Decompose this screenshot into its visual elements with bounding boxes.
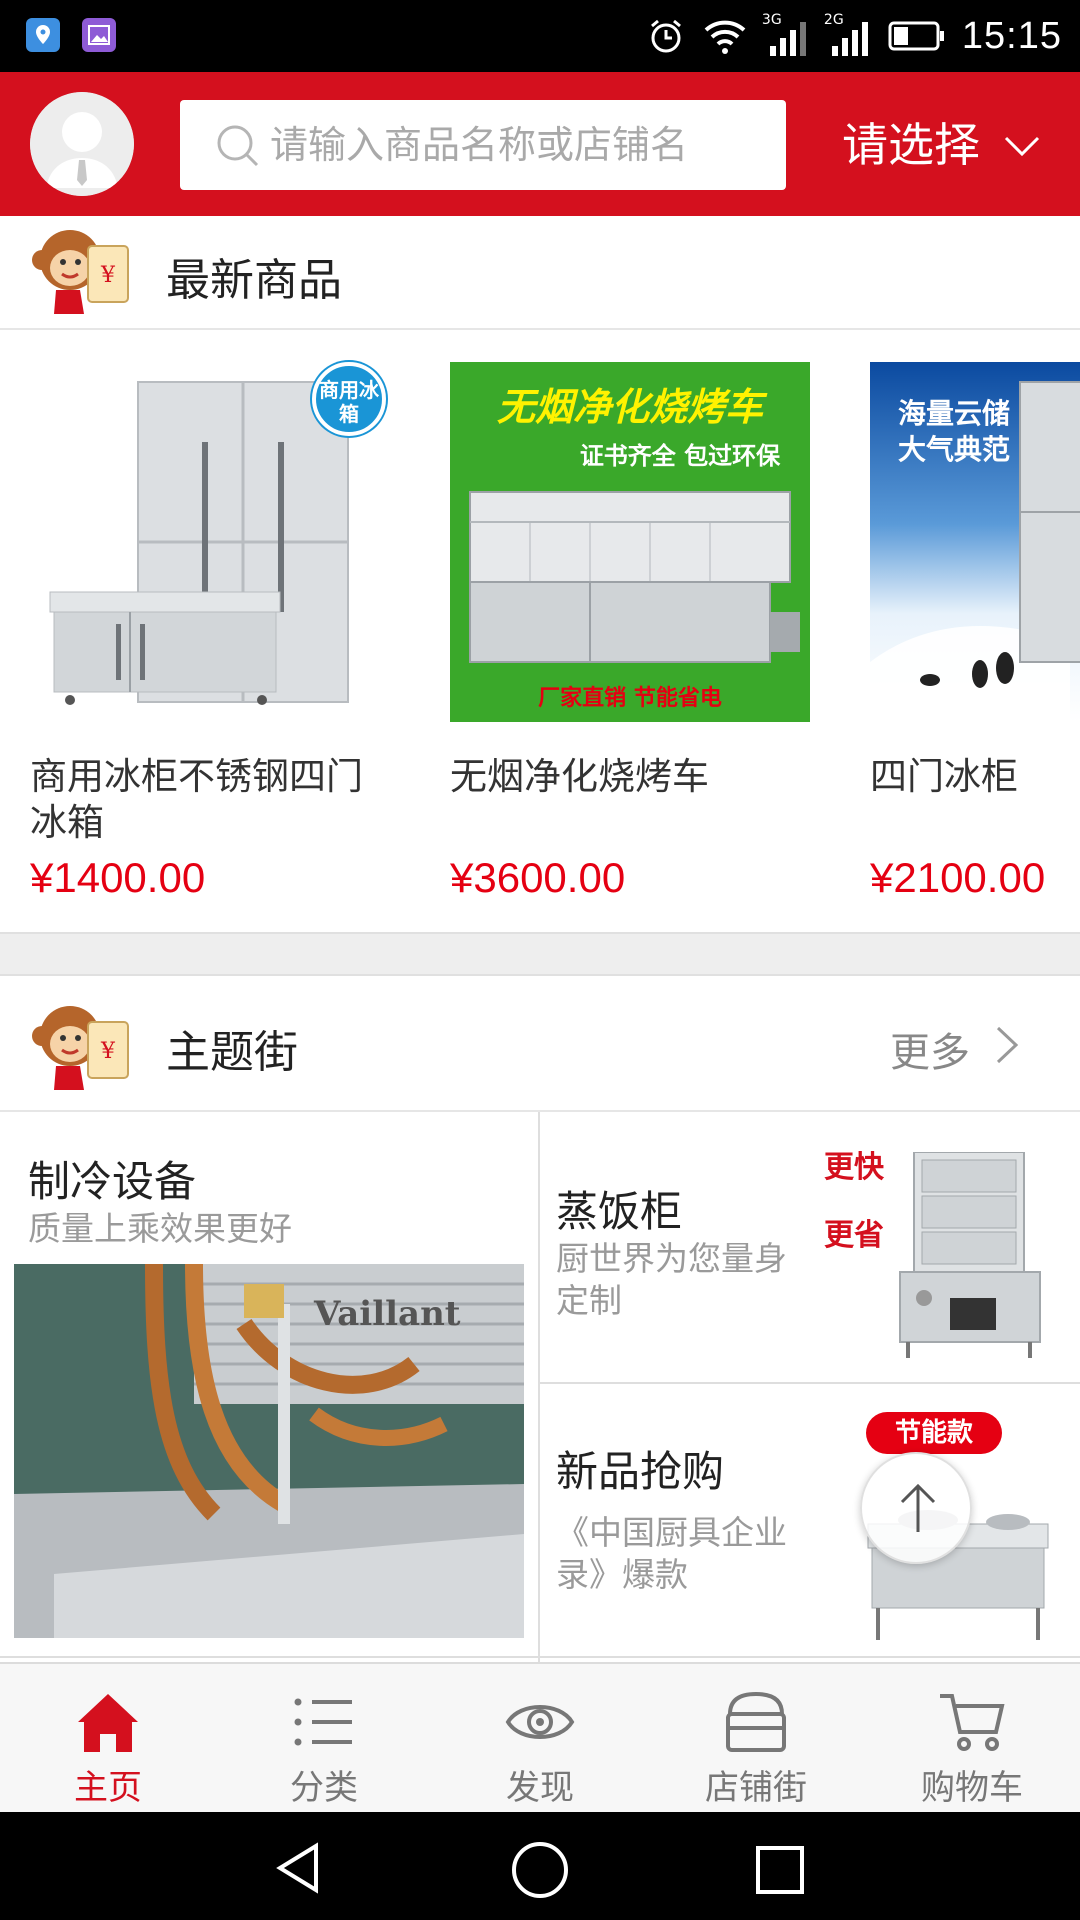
grid-divider <box>0 1656 1080 1658</box>
clock: 15:15 <box>961 14 1062 57</box>
nav-item-discover[interactable]: 发现 <box>432 1664 648 1814</box>
theme-grid: 制冷设备 质量上乘效果更好 Vaillant 蒸饭柜 厨世界为您量身定制 更快 … <box>0 1112 1080 1662</box>
store-icon <box>726 1691 786 1752</box>
theme-section-header: ¥ 主题街 更多 <box>0 976 1080 1112</box>
avatar[interactable] <box>30 92 134 196</box>
signal-icon-3g: 3G <box>761 12 810 58</box>
product-price: ¥3600.00 <box>450 854 626 901</box>
product-name: 四门冰柜 <box>870 755 1018 798</box>
theme-image <box>899 1152 1041 1358</box>
more-link[interactable]: 更多 <box>890 1020 970 1078</box>
nav-item-category[interactable]: 分类 <box>216 1664 432 1814</box>
signal-icon-2g: 2G <box>823 12 872 58</box>
mascot-icon: ¥ <box>32 230 129 314</box>
cart-icon <box>940 1694 1005 1751</box>
scroll-to-top-button[interactable] <box>860 1452 972 1564</box>
network-type-label: 3G <box>761 12 782 28</box>
home-icon <box>78 1694 138 1752</box>
theme-title: 蒸饭柜 <box>556 1187 683 1236</box>
banner-title: 无烟净化烧烤车 <box>496 385 763 429</box>
back-icon[interactable] <box>272 1840 328 1896</box>
status-bar: 3G 2G 15:15 <box>0 0 1080 72</box>
nav-label: 店铺街 <box>705 1768 807 1808</box>
arrow-up-icon <box>900 1483 936 1532</box>
theme-subtitle: 质量上乘效果更好 <box>28 1209 292 1248</box>
bottom-nav: 主页 分类 发现 店铺街 购物车 <box>0 1662 1080 1812</box>
status-icons: 3G 2G 15:15 <box>646 10 1062 62</box>
chevron-right-icon[interactable] <box>990 1020 1026 1070</box>
home-circle-icon[interactable] <box>510 1840 570 1900</box>
theme-title: 制冷设备 <box>28 1157 197 1206</box>
region-select[interactable]: 请选择 <box>842 100 980 190</box>
product-name: 商用冰柜不锈钢四门冰箱 <box>30 755 363 844</box>
product-card[interactable]: 商用冰箱 商用冰柜不锈钢四门冰箱 ¥1400.00 <box>30 362 390 922</box>
search-placeholder: 请输入商品名称或店铺名 <box>270 123 689 167</box>
product-image: 无烟净化烧烤车 证书齐全 包过环保 厂家直销 节能省电 <box>450 362 810 722</box>
product-name: 无烟净化烧烤车 <box>450 755 709 798</box>
product-card[interactable]: 海量云储 大气典范 四门冰柜 ¥2100.00 <box>870 362 1080 922</box>
eye-icon <box>505 1705 575 1739</box>
mascot-icon: ¥ <box>32 1006 129 1090</box>
nav-label: 分类 <box>290 1768 358 1808</box>
svg-text:¥: ¥ <box>100 263 116 288</box>
theme-tag: 更省 <box>824 1218 884 1253</box>
wifi-icon <box>704 20 746 54</box>
theme-tile-steamer[interactable]: 蒸饭柜 厨世界为您量身定制 更快 更省 <box>540 1112 1080 1382</box>
theme-badge: 节能款 <box>866 1412 1002 1454</box>
top-header: 请输入商品名称或店铺名 请选择 <box>0 72 1080 216</box>
nav-label: 发现 <box>506 1768 574 1808</box>
theme-tag: 更快 <box>824 1150 884 1185</box>
product-price: ¥1400.00 <box>30 854 206 901</box>
theme-image-logo: Vaillant <box>314 1294 461 1334</box>
latest-section-header: ¥ 最新商品 <box>0 216 1080 330</box>
theme-tile-new-arrivals[interactable]: 新品抢购 《中国厨具企业录》爆款 节能款 <box>540 1384 1080 1656</box>
gallery-app-icon <box>82 18 116 52</box>
chevron-down-icon[interactable] <box>1000 124 1044 168</box>
nav-label: 购物车 <box>921 1768 1023 1808</box>
search-icon <box>217 125 259 167</box>
network-type-label: 2G <box>823 12 844 28</box>
theme-tile-refrigeration[interactable]: 制冷设备 质量上乘效果更好 Vaillant <box>0 1112 538 1656</box>
section-title: 主题街 <box>166 1027 298 1078</box>
location-app-icon <box>26 18 60 52</box>
banner-footer: 厂家直销 节能省电 <box>538 686 722 711</box>
theme-subtitle: 《中国厨具企业录》爆款 <box>556 1513 787 1594</box>
theme-title: 新品抢购 <box>556 1447 725 1496</box>
product-image: 海量云储 大气典范 <box>870 362 1080 722</box>
product-card[interactable]: 无烟净化烧烤车 证书齐全 包过环保 厂家直销 节能省电 无烟净化烧烤车 ¥360… <box>450 362 810 922</box>
theme-image: Vaillant <box>14 1264 524 1638</box>
list-icon <box>294 1698 352 1746</box>
nav-item-home[interactable]: 主页 <box>0 1664 216 1814</box>
search-input[interactable]: 请输入商品名称或店铺名 <box>180 100 786 190</box>
freezer-image <box>870 381 1080 722</box>
section-divider <box>0 932 1080 976</box>
nav-label: 主页 <box>74 1768 142 1808</box>
product-price: ¥2100.00 <box>870 854 1046 901</box>
theme-subtitle: 厨世界为您量身定制 <box>556 1239 787 1320</box>
alarm-icon <box>650 19 681 53</box>
grill-cart-image <box>469 491 800 663</box>
system-nav-bar <box>0 1812 1080 1920</box>
svg-text:¥: ¥ <box>100 1039 116 1064</box>
nav-item-stores[interactable]: 店铺街 <box>648 1664 864 1814</box>
latest-products-scroller[interactable]: 商用冰箱 商用冰柜不锈钢四门冰箱 ¥1400.00 无烟净化烧烤车 证书齐全 包… <box>0 332 1080 932</box>
battery-icon <box>888 21 944 51</box>
section-title: 最新商品 <box>166 255 342 306</box>
nav-item-cart[interactable]: 购物车 <box>864 1664 1080 1814</box>
product-badge: 商用冰箱 <box>312 362 386 436</box>
recents-icon[interactable] <box>752 1842 808 1898</box>
